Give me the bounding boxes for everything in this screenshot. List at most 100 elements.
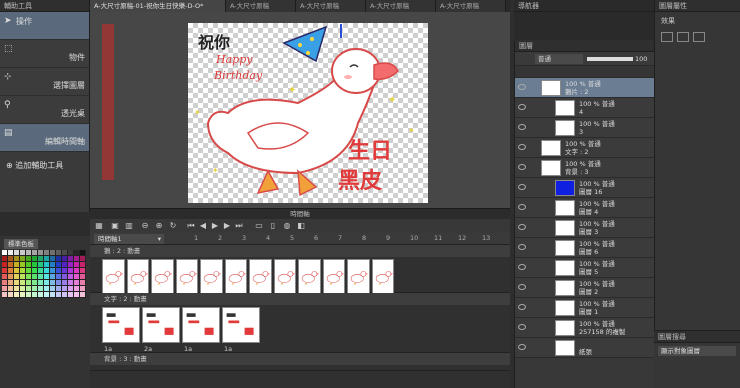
frame-number: 6 <box>314 234 319 242</box>
tab-document-active[interactable]: A-大尺寸原稿-01-祝你生日快樂-D-O* <box>90 0 226 12</box>
layer-row[interactable]: 100 % 普通 圖層 4 <box>515 198 654 218</box>
tab-document[interactable]: A-大尺寸原稿 <box>226 0 296 12</box>
blend-mode-select[interactable]: 普通 <box>535 54 583 64</box>
layer-name-label: 圖層 5 <box>579 268 599 276</box>
layer-name-label: 圖層 16 <box>579 188 603 196</box>
tab-document[interactable]: A-大尺寸原稿 <box>366 0 436 12</box>
timeline-cel-thumbnail[interactable] <box>224 259 247 295</box>
layer-row[interactable]: 100 % 普通 鵝片 : 2 <box>515 78 654 98</box>
eye-icon[interactable] <box>518 344 526 350</box>
track-header[interactable]: 背景 : 3 : 動畫 <box>90 353 510 365</box>
zoom-in-icon[interactable]: ⊕ <box>154 221 164 231</box>
new-cel-icon[interactable]: ▯ <box>268 221 278 231</box>
onion-skin-icon[interactable]: ◍ <box>282 221 292 231</box>
eye-icon[interactable] <box>518 124 526 130</box>
new-folder-icon[interactable]: ▭ <box>254 221 264 231</box>
specify-cels-icon[interactable]: ◧ <box>296 221 306 231</box>
track-name: 鵝 : 2 : 動畫 <box>104 247 141 255</box>
effect-tone-icon[interactable] <box>677 32 689 42</box>
eye-icon[interactable] <box>518 244 526 250</box>
eye-icon[interactable] <box>518 264 526 270</box>
opacity-slider[interactable] <box>587 57 633 61</box>
timeline-cel-thumbnail[interactable] <box>222 307 260 343</box>
layer-row[interactable]: 紙張 <box>515 338 654 358</box>
timeline-cel-thumbnail[interactable] <box>175 259 198 295</box>
layer-row[interactable]: 100 % 普通 圖層 5 <box>515 258 654 278</box>
timeline-cel-thumbnail[interactable] <box>249 259 272 295</box>
timeline-cel-thumbnail[interactable] <box>102 259 125 295</box>
timeline-selector-label: 時間軸1 <box>98 235 122 243</box>
layer-name-label: 圖層 2 <box>579 288 599 296</box>
timeline-panel: 時間軸 ▦ ▣ ▥ ⊖ ⊕ ↻ ⏮ ◀ ▶ ▶ ⏭ ▭ ▯ ◍ ◧ 時間軸1 ▾… <box>90 208 510 388</box>
timeline-cel-thumbnail[interactable] <box>102 307 140 343</box>
layer-row[interactable]: 100 % 普通 257158 的複製 <box>515 318 654 338</box>
timeline-cel-thumbnail[interactable] <box>200 259 223 295</box>
layer-toolbar[interactable] <box>515 66 654 78</box>
timeline-cel-thumbnail[interactable] <box>182 307 220 343</box>
artwork-canvas[interactable]: ✦ ✦ ✦ ✦ ✦ 祝你 Happy Birthday 生日 黑皮 <box>188 23 428 203</box>
eye-icon[interactable] <box>518 144 526 150</box>
layer-row[interactable]: 100 % 普通 圖層 2 <box>515 278 654 298</box>
track-name: 文字 : 2 : 動畫 <box>104 295 147 303</box>
layer-row[interactable]: 100 % 普通 文字 : 2 <box>515 138 654 158</box>
track-header[interactable]: 文字 : 2 : 動畫 <box>90 293 510 305</box>
zoom-out-icon[interactable]: ⊖ <box>140 221 150 231</box>
sub-tool-lightbox[interactable]: ⚲ 透光桌 <box>0 96 89 124</box>
layer-row[interactable]: 100 % 普通 4 <box>515 98 654 118</box>
frame-number: 9 <box>386 234 391 242</box>
eye-icon[interactable] <box>518 104 526 110</box>
tab-document[interactable]: A-大尺寸原稿 <box>436 0 506 12</box>
loop-icon[interactable]: ↻ <box>168 221 178 231</box>
timeline-cel-thumbnail[interactable] <box>151 259 174 295</box>
timeline-cel-thumbnail[interactable] <box>273 259 296 295</box>
prev-frame-icon[interactable]: ◀ <box>198 221 208 231</box>
timeline-cel-thumbnail[interactable] <box>322 259 345 295</box>
sub-tool-timeline-edit[interactable]: ▤ 編輯時間軸 <box>0 124 89 152</box>
eye-icon[interactable] <box>518 184 526 190</box>
layer-row[interactable]: 100 % 普通 圖層 6 <box>515 238 654 258</box>
timeline-view-icon[interactable]: ▣ <box>110 221 120 231</box>
eye-icon[interactable] <box>518 84 526 90</box>
eye-icon[interactable] <box>518 304 526 310</box>
timeline-cel-thumbnail[interactable] <box>298 259 321 295</box>
sub-tool-layer-select[interactable]: ⊹ 選擇圖層 <box>0 68 89 96</box>
eye-icon[interactable] <box>518 324 526 330</box>
track-header[interactable]: 鵝 : 2 : 動畫 <box>90 245 510 257</box>
effect-border-icon[interactable] <box>661 32 673 42</box>
timeline-menu-icon[interactable]: ▦ <box>94 221 104 231</box>
layer-row[interactable]: 100 % 普通 圖層 1 <box>515 298 654 318</box>
first-frame-icon[interactable]: ⏮ <box>186 221 196 231</box>
layer-row[interactable]: 100 % 普通 圖層 16 <box>515 178 654 198</box>
color-set-selector[interactable]: 標準色板 <box>0 236 90 249</box>
frame-number: 7 <box>338 234 343 242</box>
eye-icon[interactable] <box>518 224 526 230</box>
timeline-cel-thumbnail[interactable] <box>371 259 394 295</box>
color-swatch-grid[interactable] <box>0 248 90 300</box>
sub-tool-operation[interactable]: ➤ 操作 <box>0 12 89 40</box>
playhead-marker[interactable] <box>340 24 342 38</box>
last-frame-icon[interactable]: ⏭ <box>234 221 244 231</box>
timeline-cel-thumbnail[interactable] <box>142 307 180 343</box>
eye-icon[interactable] <box>518 204 526 210</box>
sub-tool-object[interactable]: ⬚ 物件 <box>0 40 89 68</box>
effect-color-icon[interactable] <box>693 32 705 42</box>
timeline-cel-thumbnail[interactable] <box>126 259 149 295</box>
layer-search-filter[interactable]: 顯示對象圖層 <box>658 346 736 356</box>
next-frame-icon[interactable]: ▶ <box>222 221 232 231</box>
eye-icon[interactable] <box>518 284 526 290</box>
layer-row[interactable]: 100 % 普通 圖層 3 <box>515 218 654 238</box>
timeline-cel-thumbnail[interactable] <box>347 259 370 295</box>
layer-thumbnail <box>555 280 575 296</box>
layer-name-label: 4 <box>579 108 584 116</box>
layer-row[interactable]: 100 % 普通 背景 : 3 <box>515 158 654 178</box>
timeline-selector[interactable]: 時間軸1 ▾ <box>94 234 164 244</box>
layer-search-panel: 圖層搜尋 顯示對象圖層 <box>654 330 740 388</box>
add-sub-tool-button[interactable]: ⊕ 追加輔助工具 <box>0 152 89 179</box>
tab-document[interactable]: A-大尺寸原稿 <box>296 0 366 12</box>
color-swatch[interactable] <box>80 292 86 298</box>
play-icon[interactable]: ▶ <box>210 221 220 231</box>
layer-row[interactable]: 100 % 普通 3 <box>515 118 654 138</box>
timeline-grid-icon[interactable]: ▥ <box>124 221 134 231</box>
eye-icon[interactable] <box>518 164 526 170</box>
navigator-tab[interactable]: 導航器 <box>514 0 654 12</box>
